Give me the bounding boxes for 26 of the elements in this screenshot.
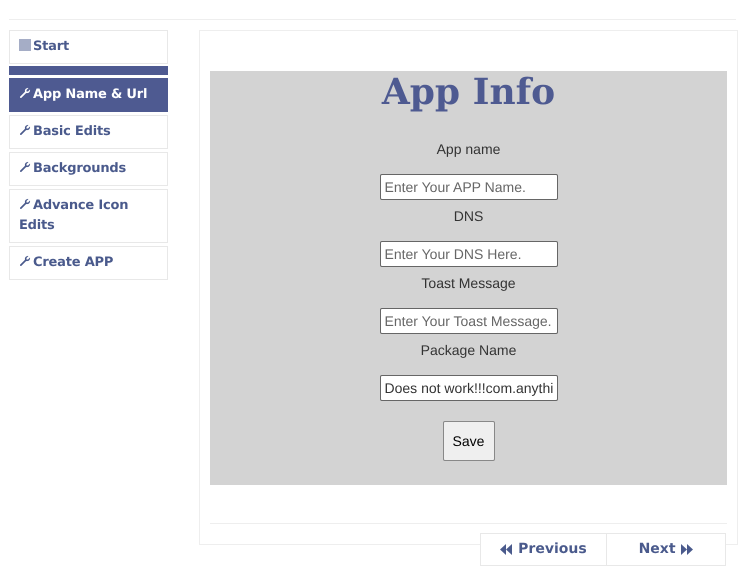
wrench-icon — [19, 255, 31, 267]
field-label: App name — [436, 140, 500, 159]
next-button[interactable]: Next — [606, 533, 726, 566]
list-icon — [19, 39, 31, 51]
input-field[interactable]: Enter Your APP Name. — [380, 174, 558, 200]
sidebar-item[interactable]: App Name & Url — [9, 78, 168, 112]
save-button[interactable]: Save — [442, 421, 494, 461]
sidebar-item[interactable]: Create APP — [9, 246, 168, 280]
input-field[interactable]: Enter Your Toast Message. — [380, 308, 558, 334]
double-right-icon — [680, 544, 694, 555]
previous-button[interactable]: Previous — [480, 533, 607, 566]
wrench-icon — [19, 87, 31, 99]
input-field[interactable]: Enter Your DNS Here. — [380, 241, 558, 267]
wrench-icon — [19, 198, 31, 210]
sidebar-item[interactable]: Backgrounds — [9, 152, 168, 186]
wrench-icon — [19, 161, 31, 173]
sidebar-item[interactable]: Basic Edits — [9, 115, 168, 149]
page-title: App Info — [382, 70, 556, 114]
wrench-icon — [19, 124, 31, 136]
sidebar-item[interactable]: Start — [9, 30, 168, 64]
sidebar-item[interactable]: Advance Icon Edits — [9, 189, 168, 243]
field-label: DNS — [454, 207, 484, 226]
field-label: Toast Message — [421, 274, 516, 293]
double-left-icon — [500, 544, 514, 555]
field-label: Package Name — [420, 341, 516, 360]
input-field[interactable]: Does not work!!!com.anythi — [380, 375, 558, 401]
